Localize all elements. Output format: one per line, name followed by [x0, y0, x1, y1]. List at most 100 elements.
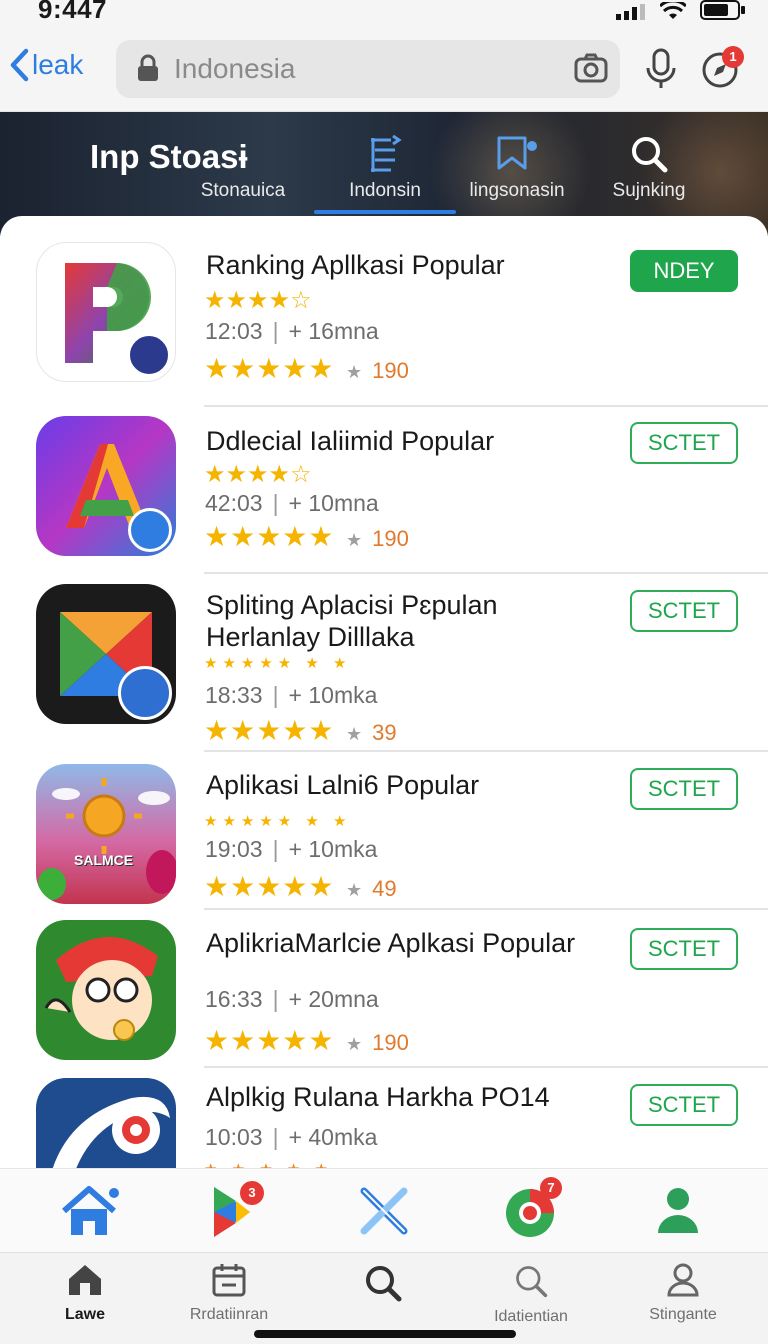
tab-stonauica[interactable]: Stonauica	[168, 112, 318, 216]
game-art-icon[interactable]: SALMCE	[36, 764, 176, 904]
app-name[interactable]: Aplikasi Lalni6 Popular	[206, 770, 479, 801]
tab-idatientian[interactable]: Idatientian	[456, 1263, 606, 1326]
signal-icon	[616, 4, 645, 20]
app-subtitle: Herlanlay Dilllaka	[206, 622, 415, 652]
list-item[interactable]: Ddlecial Ialiimid Popular ★★★★☆ 42:03 | + …	[0, 406, 768, 574]
home-indicator	[254, 1330, 516, 1338]
app-meta: 19:03 | + 10mka	[205, 836, 378, 862]
app-meta: 42:03 | + 10mna	[205, 490, 379, 516]
install-button[interactable]: SCTET	[630, 1084, 738, 1126]
app-name[interactable]: Ddlecial Ialiimid Popular	[206, 426, 494, 457]
rating-stars: ★★★★★	[204, 521, 335, 552]
install-button[interactable]: SCTET	[630, 768, 738, 810]
install-button[interactable]: SCTET	[630, 928, 738, 970]
tab-rrdatiinran[interactable]: Rrdatiinran	[154, 1263, 304, 1324]
rating-count: ★ 190	[346, 358, 409, 383]
list-icon	[371, 134, 402, 172]
tab-label: lingsonasin	[469, 180, 565, 201]
rating-stars: ★★★★★	[204, 871, 335, 902]
prism-logo-icon[interactable]	[36, 584, 176, 724]
app-ranking-list[interactable]: Ranking Apllkasi Popular ★★★★☆ 12:03 | + 1…	[0, 216, 768, 1168]
search-icon	[366, 1266, 402, 1302]
microphone-icon[interactable]	[644, 48, 678, 90]
install-button[interactable]: SCTET	[630, 590, 738, 632]
person-icon	[658, 1188, 698, 1233]
install-button[interactable]: SCTET	[630, 422, 738, 464]
status-time: 9:447	[38, 0, 107, 24]
app-meta: 18:33 | + 10mka	[205, 682, 378, 708]
a-logo-icon[interactable]	[36, 416, 176, 556]
rating-stars: ★★★★☆	[204, 287, 312, 314]
rating-stars: ★ ★ ★ ★ ★	[204, 1160, 333, 1168]
shield-badge-icon	[127, 333, 171, 377]
install-button[interactable]: NDEY	[630, 250, 738, 292]
app-time: 10:03	[205, 1124, 263, 1150]
status-icons	[616, 0, 746, 20]
app-meta: 12:03 | + 16mna	[205, 318, 379, 344]
app-time: 42:03	[205, 490, 263, 516]
active-tab-indicator	[314, 210, 456, 214]
app-name[interactable]: Ranking Apllkasi Popular	[206, 250, 505, 281]
home-shortcut[interactable]	[54, 1183, 134, 1243]
app-time: 12:03	[205, 318, 263, 344]
tab-sujnking[interactable]: Sujnking	[574, 112, 724, 216]
chevron-left-icon	[10, 48, 29, 82]
profile-shortcut[interactable]	[652, 1183, 732, 1243]
swoosh-logo-icon[interactable]	[36, 1078, 176, 1168]
app-size: + 10mna	[288, 490, 379, 516]
app-size: + 40mka	[288, 1124, 378, 1150]
tools-shortcut[interactable]	[356, 1183, 436, 1243]
app-time: 19:03	[205, 836, 263, 862]
tab-label: Stonauica	[200, 180, 286, 201]
tab-label: Indonsin	[349, 180, 421, 201]
tab-stingante[interactable]: Stingante	[608, 1263, 758, 1324]
rating-count: ★ 190	[346, 526, 409, 551]
app-time: 16:33	[205, 986, 263, 1012]
browser-shortcut[interactable]: 7	[502, 1177, 582, 1243]
tab-search[interactable]	[308, 1263, 458, 1312]
house-icon	[62, 1186, 119, 1235]
app-name[interactable]: Alplkig Rulana Harkha PO14	[206, 1082, 550, 1113]
wifi-icon	[660, 2, 686, 19]
calendar-icon	[212, 1264, 246, 1297]
game-art-icon	[38, 778, 176, 900]
tab-lingsonasin[interactable]: lingsonasin	[442, 112, 592, 216]
play-store-shortcut[interactable]: 3	[206, 1181, 286, 1243]
p-logo-icon[interactable]	[36, 242, 176, 382]
search-bar[interactable]	[116, 40, 620, 98]
browser-badge: 7	[540, 1177, 562, 1199]
list-item[interactable]: Ranking Apllkasi Popular ★★★★☆ 12:03 | + 1…	[0, 216, 768, 407]
app-name[interactable]: AplikriaMarlcie Aplkasi Popular	[206, 928, 575, 959]
list-item[interactable]: SALMCE Aplikasi Lalni6 Popular ★★★★★ ★ ★…	[0, 752, 768, 910]
character-art-icon[interactable]	[36, 920, 176, 1060]
status-bar: 9:447	[0, 0, 768, 34]
grid-badge-icon	[118, 666, 172, 720]
notification-badge: 1	[722, 46, 744, 68]
rating-stars: ★★★★★	[204, 715, 335, 746]
tab-label: Idatientian	[494, 1308, 568, 1325]
camera-icon[interactable]	[574, 52, 608, 84]
battery-icon	[700, 0, 745, 20]
tab-label: Lawe	[64, 1306, 105, 1323]
person-icon	[667, 1263, 699, 1297]
tab-lawe[interactable]: Lawe	[10, 1263, 160, 1324]
search-icon	[516, 1266, 548, 1298]
play-badge: 3	[240, 1181, 264, 1205]
rating-count: ★ 49	[346, 876, 397, 901]
house-icon	[69, 1265, 101, 1295]
rating-stars: ★★★★★	[204, 353, 335, 384]
search-input[interactable]	[174, 48, 554, 90]
list-item[interactable]: Alplkig Rulana Harkha PO14 10:03 | + 40mka…	[0, 1068, 768, 1168]
back-button[interactable]: leak	[8, 48, 83, 82]
app-size: + 10mka	[288, 836, 378, 862]
notification-button[interactable]: 1	[700, 44, 746, 90]
rating-stars: ★★★★★ ★ ★	[204, 813, 352, 830]
list-item[interactable]: Spliting Aplacisi Pɛpulan Herlanlay Dill…	[0, 574, 768, 752]
list-item[interactable]: AplikriaMarlcie Aplkasi Popular 16:33 | + …	[0, 910, 768, 1068]
tab-indonsin[interactable]: Indonsin	[310, 112, 460, 216]
top-bar: leak 1	[0, 34, 768, 112]
app-size: + 20mna	[288, 986, 379, 1012]
app-name[interactable]: Spliting Aplacisi Pɛpulan	[206, 590, 498, 621]
back-label: leak	[32, 49, 84, 80]
game-caption: SALMCE	[74, 852, 134, 868]
